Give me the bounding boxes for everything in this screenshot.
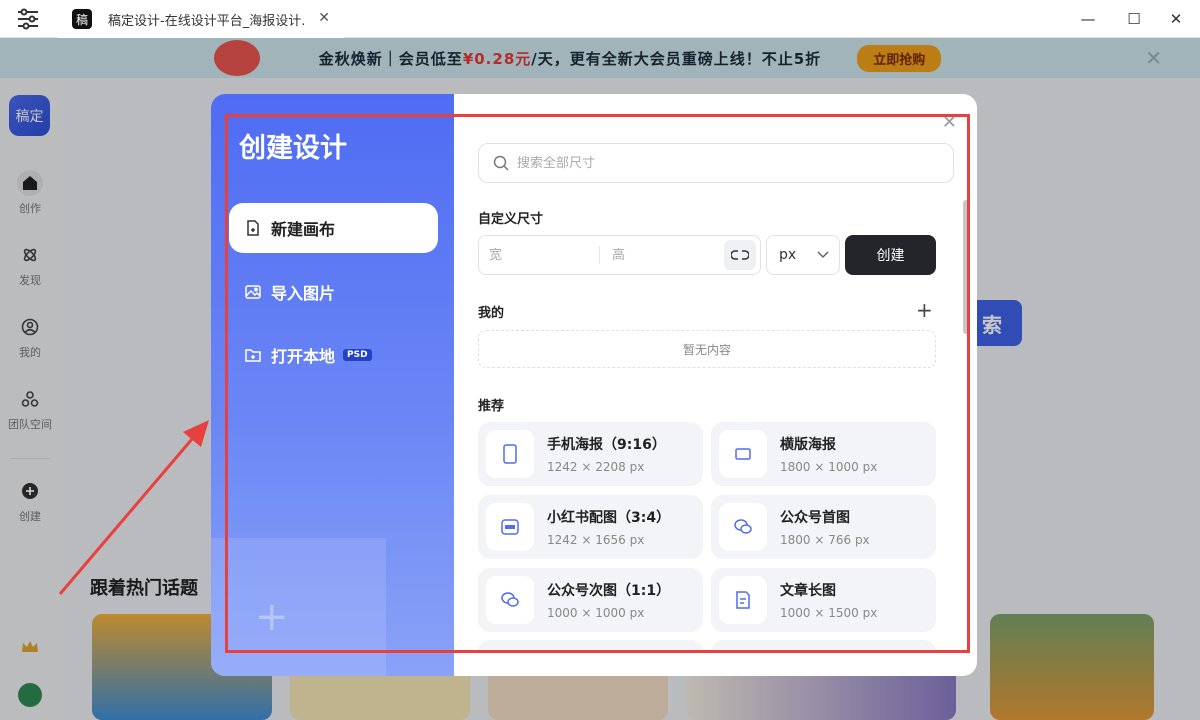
annotation-box [225, 114, 970, 653]
title-bar: 稿 稿定设计-在线设计平台_海报设计… ✕ — ☐ ✕ [0, 0, 1200, 38]
minimize-button[interactable]: — [1078, 9, 1098, 29]
tab-title: 稿定设计-在线设计平台_海报设计… [108, 13, 304, 29]
maximize-button[interactable]: ☐ [1124, 9, 1144, 29]
tab-close-icon[interactable]: ✕ [318, 10, 330, 26]
browser-tab[interactable]: 稿 稿定设计-在线设计平台_海报设计… ✕ [58, 0, 344, 38]
settings-sliders-icon[interactable] [16, 8, 40, 30]
window-close-button[interactable]: ✕ [1166, 9, 1186, 29]
tab-logo: 稿 [72, 9, 92, 29]
